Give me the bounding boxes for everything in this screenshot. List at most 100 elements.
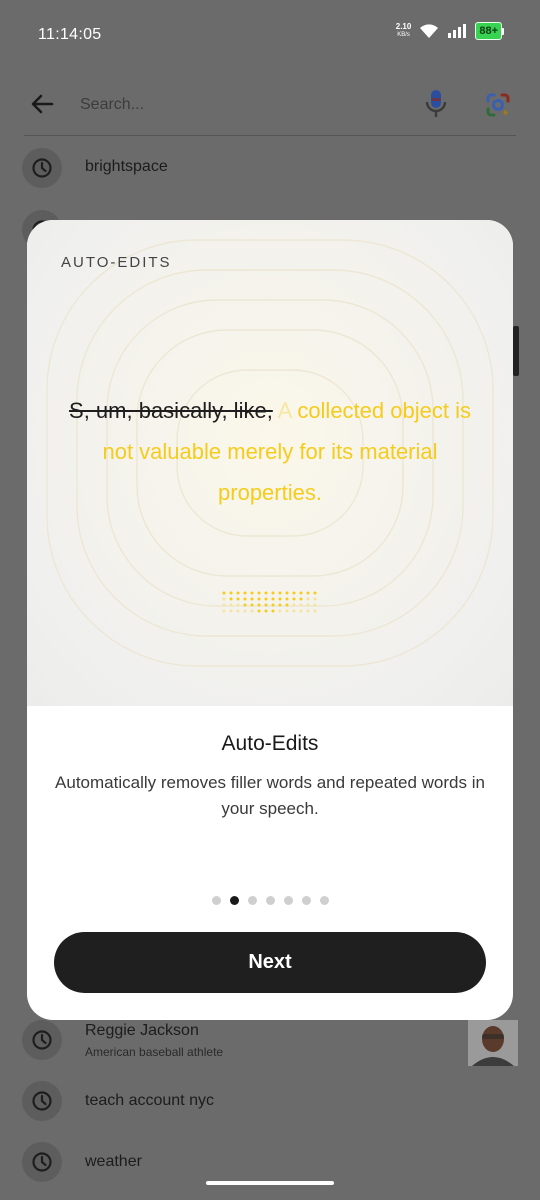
waveform-dot bbox=[271, 597, 275, 601]
dialog-hero: AUTO-EDITS S, um, basically, like, A col… bbox=[27, 220, 513, 706]
waveform-dot bbox=[271, 591, 275, 595]
battery-icon: 88+ bbox=[475, 22, 504, 40]
waveform-dot bbox=[264, 591, 268, 595]
next-button[interactable]: Next bbox=[54, 932, 486, 993]
header-divider bbox=[24, 135, 516, 136]
network-speed-unit: KB/s bbox=[397, 32, 410, 38]
history-item-teach-account-nyc[interactable]: teach account nyc bbox=[0, 1073, 540, 1129]
waveform-dot bbox=[299, 591, 303, 595]
waveform-dot bbox=[271, 603, 275, 607]
waveform-dot bbox=[271, 609, 275, 613]
history-sublabel: American baseball athlete bbox=[85, 1045, 224, 1059]
auto-edits-dialog: AUTO-EDITS S, um, basically, like, A col… bbox=[27, 220, 513, 1020]
waveform-dot bbox=[243, 591, 247, 595]
dialog-description: Automatically removes filler words and r… bbox=[55, 773, 485, 818]
waveform-dot bbox=[222, 591, 226, 595]
page-dot bbox=[247, 896, 257, 905]
page-dot bbox=[319, 896, 329, 905]
waveform-dot bbox=[278, 591, 282, 595]
wifi-icon bbox=[420, 24, 439, 38]
waveform-dot bbox=[292, 591, 296, 595]
waveform-dot bbox=[236, 609, 240, 613]
page-dot-active bbox=[229, 896, 239, 905]
waveform-dot bbox=[229, 609, 233, 613]
removed-filler-text: S, um, basically, like, bbox=[69, 398, 273, 423]
mic-icon[interactable] bbox=[422, 87, 450, 121]
waveform-dot bbox=[278, 603, 282, 607]
waveform-dot bbox=[292, 603, 296, 607]
waveform-dot bbox=[299, 597, 303, 601]
waveform-dot bbox=[236, 603, 240, 607]
waveform-dot bbox=[229, 591, 233, 595]
waveform-dot bbox=[292, 609, 296, 613]
waveform-dot bbox=[313, 609, 317, 613]
waveform-dot bbox=[257, 603, 261, 607]
home-indicator[interactable] bbox=[206, 1181, 334, 1185]
history-label: weather bbox=[85, 1153, 142, 1170]
transition-word: A bbox=[277, 398, 292, 423]
lens-icon[interactable] bbox=[482, 89, 514, 121]
history-item-reggie-jackson[interactable]: Reggie Jackson American baseball athlete bbox=[0, 1012, 540, 1068]
waveform-dot bbox=[285, 591, 289, 595]
waveform-dot bbox=[285, 597, 289, 601]
waveform-dot bbox=[250, 591, 254, 595]
waveform-dot bbox=[306, 591, 310, 595]
waveform-dot bbox=[236, 591, 240, 595]
waveform-dot bbox=[229, 597, 233, 601]
dialog-title: Auto-Edits bbox=[221, 732, 319, 755]
history-label: teach account nyc bbox=[85, 1092, 214, 1109]
status-bar: 11:14:05 2.10 KB/s 88+ bbox=[0, 0, 540, 70]
signal-icon bbox=[448, 24, 467, 38]
waveform-dot bbox=[250, 597, 254, 601]
clock-icon bbox=[22, 1020, 62, 1060]
history-label: Reggie Jackson bbox=[85, 1022, 199, 1039]
waveform-dot bbox=[306, 597, 310, 601]
waveform-dot bbox=[264, 609, 268, 613]
waveform-dot bbox=[285, 609, 289, 613]
clock-icon bbox=[22, 148, 62, 188]
waveform-dot bbox=[257, 597, 261, 601]
waveform-dot bbox=[306, 609, 310, 613]
waveform-dot bbox=[313, 597, 317, 601]
battery-level: 88+ bbox=[475, 22, 502, 40]
waveform-dot bbox=[236, 597, 240, 601]
waveform-dot bbox=[250, 609, 254, 613]
waveform-dot bbox=[313, 603, 317, 607]
waveform-dot bbox=[222, 609, 226, 613]
waveform-dot bbox=[278, 609, 282, 613]
page-dot bbox=[265, 896, 275, 905]
auto-edit-demo-text: S, um, basically, like, A collected obje… bbox=[57, 390, 483, 513]
waveform-dot bbox=[292, 597, 296, 601]
waveform-dot bbox=[257, 609, 261, 613]
person-thumbnail bbox=[468, 1020, 518, 1066]
history-item-brightspace[interactable]: brightspace bbox=[0, 140, 540, 196]
dialog-eyebrow: AUTO-EDITS bbox=[61, 254, 172, 271]
search-input[interactable] bbox=[78, 88, 402, 122]
clock-icon bbox=[22, 1081, 62, 1121]
waveform-dot bbox=[222, 603, 226, 607]
page-dot bbox=[301, 896, 311, 905]
history-label: brightspace bbox=[85, 158, 168, 175]
waveform-dot bbox=[313, 591, 317, 595]
side-edge-handle bbox=[513, 326, 519, 376]
waveform-dot bbox=[243, 609, 247, 613]
waveform-dot bbox=[299, 609, 303, 613]
waveform-dot bbox=[299, 603, 303, 607]
page-dot bbox=[283, 896, 293, 905]
waveform-dot bbox=[243, 603, 247, 607]
page-dot bbox=[211, 896, 221, 905]
waveform-dot bbox=[306, 603, 310, 607]
status-icons: 2.10 KB/s 88+ bbox=[396, 22, 504, 40]
arrow-left-icon[interactable] bbox=[26, 88, 58, 120]
waveform-dot bbox=[264, 603, 268, 607]
waveform-dot bbox=[264, 597, 268, 601]
waveform-icon bbox=[222, 591, 317, 613]
clock-icon bbox=[22, 1142, 62, 1182]
page-indicator bbox=[27, 896, 513, 905]
waveform-dot bbox=[250, 603, 254, 607]
search-header bbox=[0, 70, 540, 136]
network-speed: 2.10 KB/s bbox=[396, 23, 412, 39]
waveform-dot bbox=[285, 603, 289, 607]
waveform-dot bbox=[229, 603, 233, 607]
status-time: 11:14:05 bbox=[38, 26, 102, 43]
